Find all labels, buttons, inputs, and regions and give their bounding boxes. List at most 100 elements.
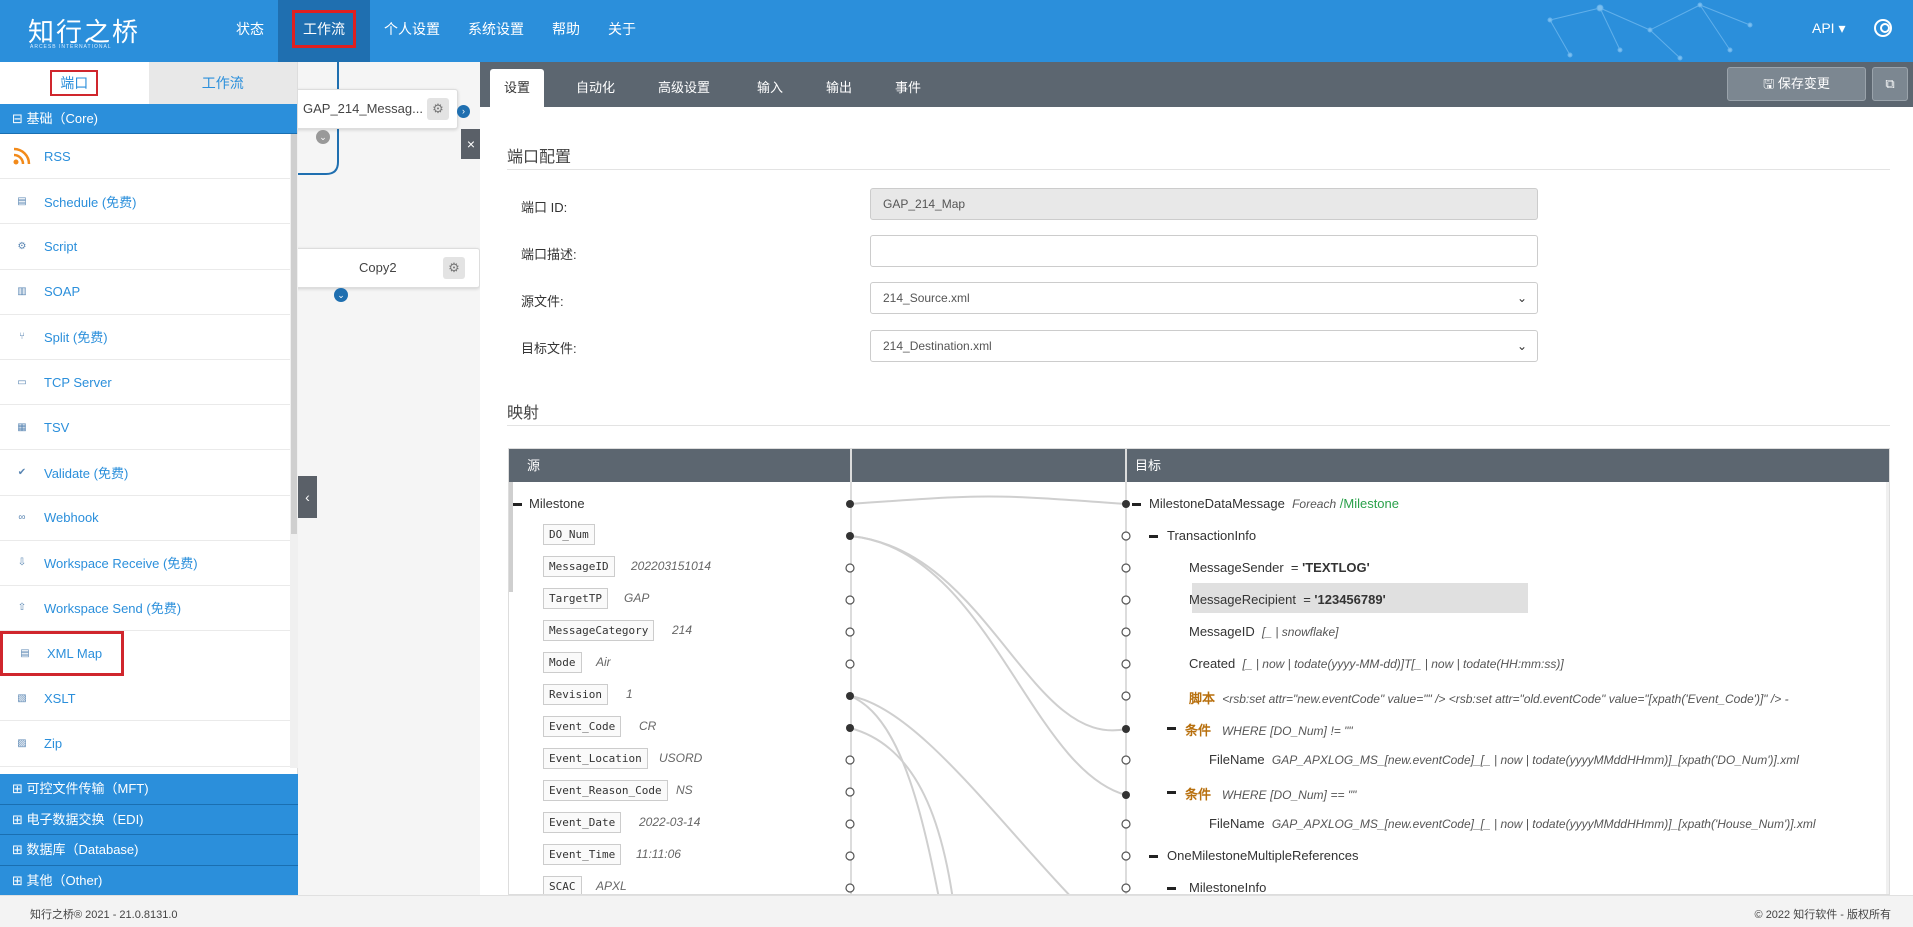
upload-icon: ⇧ <box>17 602 27 614</box>
collapse-sidebar-button[interactable]: ‹ <box>298 476 317 518</box>
tab-events[interactable]: 事件 <box>881 69 935 107</box>
source-node[interactable]: Event_Time <box>543 844 622 865</box>
nav-settings[interactable]: 系统设置 <box>454 0 538 62</box>
source-node[interactable]: Event_Reason_Code <box>543 780 668 801</box>
port-tsv[interactable]: ▦ TSV <box>0 405 290 451</box>
port-xslt[interactable]: ▧ XSLT <box>0 676 290 722</box>
collapse-icon[interactable] <box>1167 727 1176 730</box>
collapse-icon[interactable] <box>1132 503 1141 506</box>
nav-about[interactable]: 关于 <box>594 0 650 62</box>
category-database[interactable]: ⊞ 数据库（Database) <box>0 835 298 866</box>
flow-node-gap214[interactable]: GAP_214_Messag... ⚙ <box>298 89 458 129</box>
target-message-sender[interactable]: MessageSender = 'TEXTLOG' <box>1189 560 1370 575</box>
flow-node-label: Copy2 <box>359 260 397 275</box>
source-node[interactable]: MessageID <box>543 556 615 577</box>
logo-subtitle: ARCESB INTERNATIONAL <box>30 44 112 50</box>
source-node[interactable]: SCAC <box>543 876 582 894</box>
other-categories: ⊞ 可控文件传输（MFT) ⊞ 电子数据交换（EDI) ⊞ 数据库（Databa… <box>0 774 298 896</box>
nav-help[interactable]: 帮助 <box>538 0 594 62</box>
source-value: 1 <box>626 687 633 701</box>
target-filename-1[interactable]: FileName GAP_APXLOG_MS_[new.eventCode]_[… <box>1209 752 1799 767</box>
source-node[interactable]: DO_Num <box>543 524 595 545</box>
flow-connector <box>298 62 339 175</box>
source-node[interactable]: Mode <box>543 652 582 673</box>
script-icon: ⚙ <box>17 240 27 252</box>
save-button[interactable]: 🖫 保存变更 <box>1727 67 1866 101</box>
port-tcp-server[interactable]: ▭ TCP Server <box>0 360 290 406</box>
target-multiple-references[interactable]: OneMilestoneMultipleReferences <box>1167 848 1358 863</box>
divider <box>507 169 1890 170</box>
port-settings-panel: 设置 自动化 高级设置 输入 输出 事件 🖫 保存变更 ⧉ 端口配置 端口 ID… <box>480 62 1913 895</box>
port-zip[interactable]: ▨ Zip <box>0 721 290 767</box>
tab-workflows[interactable]: 工作流 <box>149 62 298 104</box>
collapse-icon[interactable] <box>1149 535 1158 538</box>
tab-automation[interactable]: 自动化 <box>562 69 629 107</box>
source-file-select[interactable]: 214_Source.xml ⌄ <box>870 282 1538 314</box>
chevron-down-icon[interactable]: ⌄ <box>316 130 330 144</box>
target-file-select[interactable]: 214_Destination.xml ⌄ <box>870 330 1538 362</box>
soap-icon: ▥ <box>17 286 27 298</box>
target-message-recipient[interactable]: MessageRecipient = '123456789' <box>1189 592 1386 607</box>
port-desc-field[interactable] <box>870 235 1538 267</box>
tab-ports[interactable]: 端口 <box>0 62 149 104</box>
target-milestone-info[interactable]: MilestoneInfo <box>1189 880 1266 894</box>
target-message-id[interactable]: MessageID [_ | snowflake] <box>1189 624 1338 639</box>
category-other[interactable]: ⊞ 其他（Other) <box>0 865 298 896</box>
close-icon[interactable]: × <box>461 129 481 159</box>
category-mft[interactable]: ⊞ 可控文件传输（MFT) <box>0 774 298 805</box>
external-link-icon[interactable]: ⧉ <box>1872 67 1908 101</box>
collapse-icon[interactable] <box>1167 791 1176 794</box>
port-xml-map[interactable]: ▤ XML Map <box>0 631 124 677</box>
target-transaction-info[interactable]: TransactionInfo <box>1167 528 1256 543</box>
port-workspace-receive[interactable]: ⇩ Workspace Receive (免费) <box>0 541 290 586</box>
source-node[interactable]: Revision <box>543 684 608 705</box>
target-script[interactable]: 脚本 <rsb:set attr="new.eventCode" value="… <box>1189 688 1789 707</box>
target-condition-1[interactable]: 条件 WHERE [DO_Num] != "" <box>1185 720 1353 739</box>
category-core[interactable]: ⊟ 基础（Core) <box>0 104 297 134</box>
source-value: USORD <box>659 751 703 765</box>
gear-icon[interactable]: ⚙ <box>427 98 449 120</box>
collapse-icon[interactable] <box>1167 887 1176 890</box>
sidebar-tabs: 端口 工作流 <box>0 62 297 104</box>
target-condition-2[interactable]: 条件 WHERE [DO_Num] == "" <box>1185 784 1356 803</box>
save-icon: 🖫 <box>1763 76 1778 91</box>
user-icon[interactable] <box>1874 19 1892 37</box>
source-node[interactable]: MessageCategory <box>543 620 655 641</box>
sidebar-scrollbar[interactable] <box>290 134 298 768</box>
tab-output[interactable]: 输出 <box>812 69 866 107</box>
tab-input[interactable]: 输入 <box>743 69 797 107</box>
source-node[interactable]: Event_Location <box>543 748 648 769</box>
source-file-label: 源文件: <box>521 294 564 309</box>
collapse-icon[interactable] <box>1149 855 1158 858</box>
port-script[interactable]: ⚙ Script <box>0 224 290 270</box>
port-workspace-send[interactable]: ⇧ Workspace Send (免费) <box>0 586 290 632</box>
category-edi[interactable]: ⊞ 电子数据交换（EDI) <box>0 804 298 835</box>
tab-advanced[interactable]: 高级设置 <box>644 69 724 107</box>
nav-profile[interactable]: 个人设置 <box>370 0 454 62</box>
gear-icon[interactable]: ⚙ <box>443 257 465 279</box>
nav-status[interactable]: 状态 <box>222 0 278 62</box>
api-menu[interactable]: API ▾ <box>1812 20 1845 37</box>
port-schedule[interactable]: ▤ Schedule (免费) <box>0 179 290 225</box>
chevron-right-icon[interactable]: › <box>457 105 470 118</box>
port-webhook[interactable]: ∞ Webhook <box>0 496 290 541</box>
tsv-icon: ▦ <box>17 421 27 433</box>
flow-node-copy2[interactable]: Copy2 ⚙ <box>298 248 480 288</box>
port-rss[interactable]: RSS <box>0 134 290 180</box>
source-node[interactable]: Event_Code <box>543 716 622 737</box>
source-node[interactable]: Event_Date <box>543 812 622 833</box>
target-root[interactable]: MilestoneDataMessage Foreach /Milestone <box>1149 496 1399 511</box>
source-value: CR <box>639 719 657 733</box>
target-filename-2[interactable]: FileName GAP_APXLOG_MS_[new.eventCode]_[… <box>1209 816 1816 831</box>
flow-canvas[interactable]: GAP_214_Messag... ⚙ › ⌄ Copy2 ⚙ ⌄ <box>298 62 480 895</box>
scroll-thumb[interactable] <box>291 134 297 534</box>
port-validate[interactable]: ✔ Validate (免费) <box>0 450 290 496</box>
tab-settings[interactable]: 设置 <box>490 69 545 107</box>
chevron-down-icon[interactable]: ⌄ <box>334 288 348 302</box>
source-node[interactable]: TargetTP <box>543 588 608 609</box>
port-split[interactable]: ⑂ Split (免费) <box>0 315 290 360</box>
collapse-icon[interactable] <box>513 503 522 506</box>
nav-workflow[interactable]: 工作流 <box>278 0 370 62</box>
target-created[interactable]: Created [_ | now | todate(yyyy-MM-dd)]T[… <box>1189 656 1564 671</box>
port-soap[interactable]: ▥ SOAP <box>0 270 290 315</box>
